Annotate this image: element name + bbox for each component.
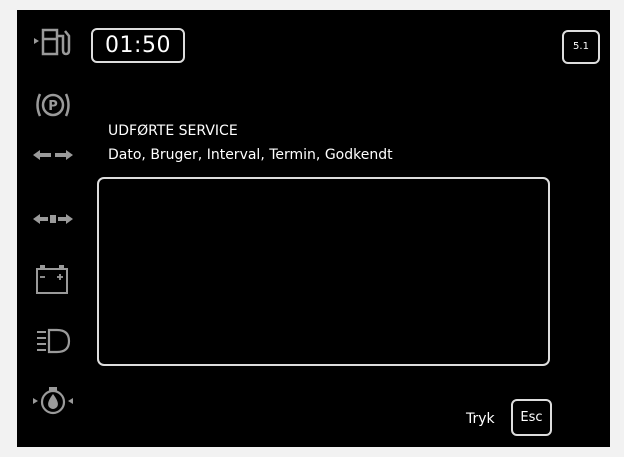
service-log-list[interactable] [97,177,550,366]
parking-brake-icon: P [27,88,79,122]
turn-signal-left-right-icon [27,138,79,172]
turn-signal-trailer-icon [27,202,79,236]
battery-icon [27,262,79,296]
esc-button[interactable]: Esc [511,399,552,436]
press-prompt-label: Tryk [466,411,495,427]
svg-text:P: P [48,99,58,114]
clock-display: 01:50 [91,28,185,63]
headlight-icon [27,324,79,358]
column-headers: Dato, Bruger, Interval, Termin, Godkendt [108,147,393,163]
fuel-pump-icon [27,24,79,58]
oil-pressure-icon [27,384,79,418]
warning-indicator-sidebar: P [17,10,87,447]
display-screen: P 01:50 5.1 UDFØRTE SERVICE Dato, Bruger… [17,10,610,447]
page-title: UDFØRTE SERVICE [108,123,238,139]
page-number-badge: 5.1 [562,30,600,64]
